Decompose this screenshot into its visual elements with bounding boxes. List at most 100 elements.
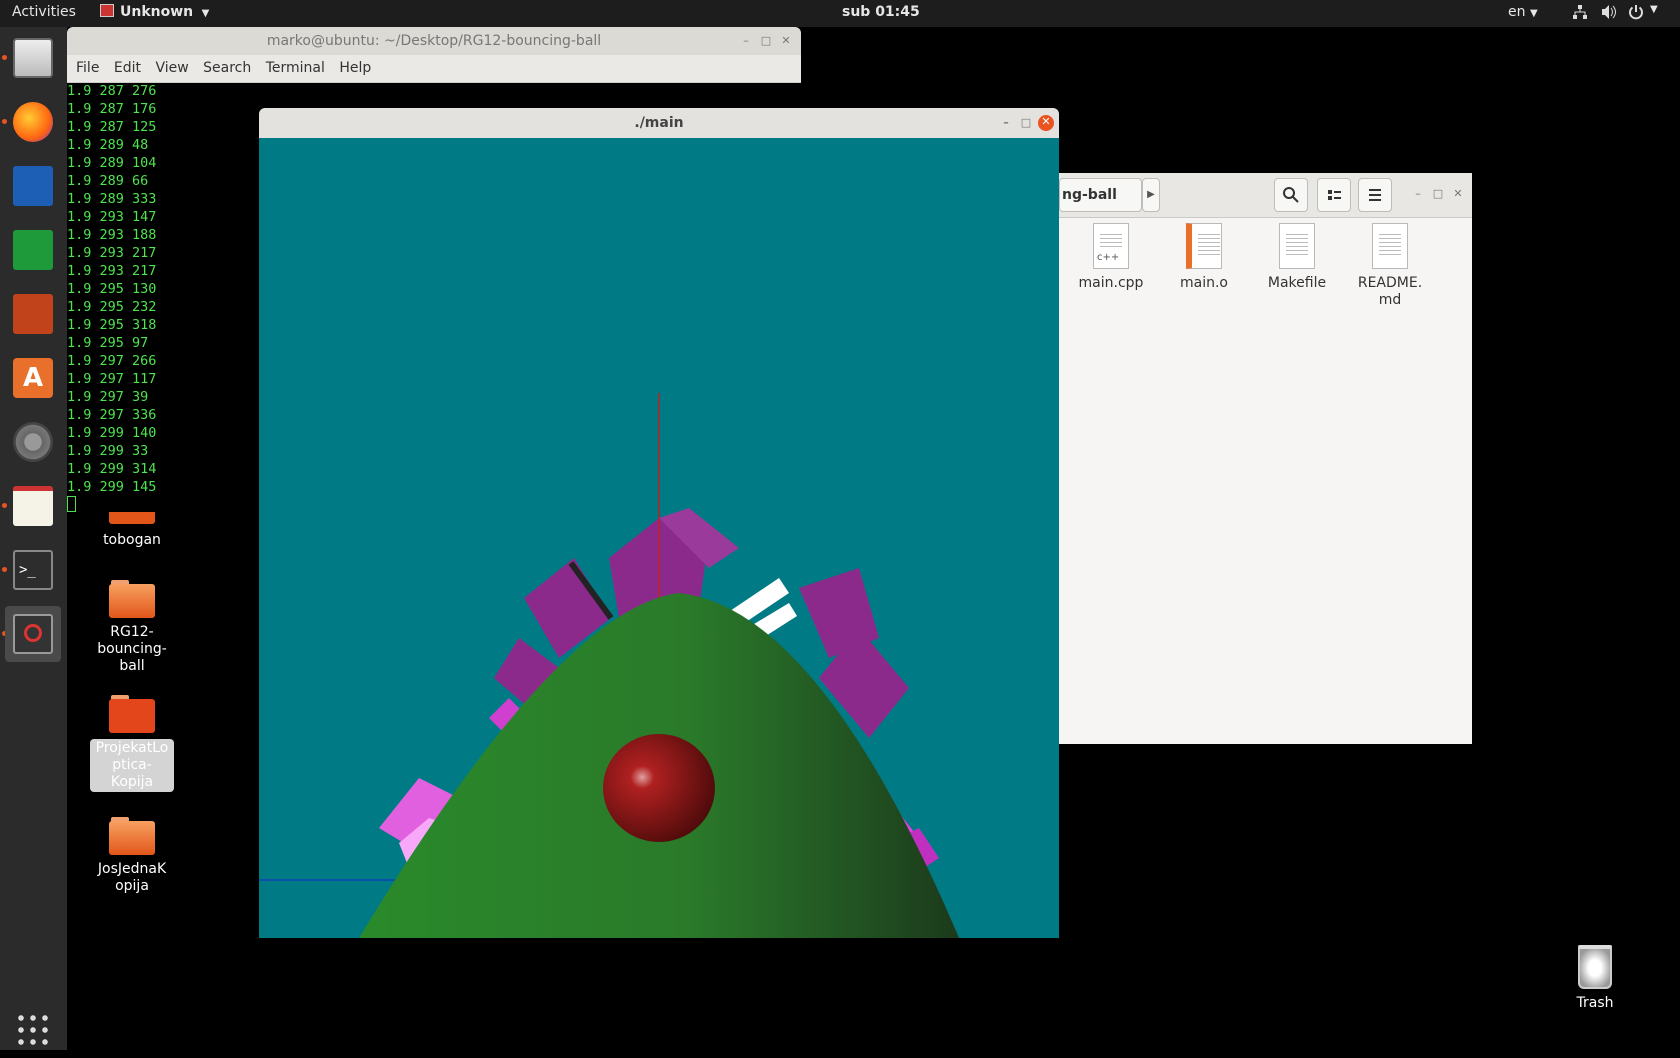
path-label: ng-ball bbox=[1062, 187, 1117, 203]
dock-text-editor[interactable] bbox=[5, 478, 61, 534]
language-menu[interactable]: en ▼ bbox=[1508, 4, 1538, 20]
main-titlebar[interactable]: ./main – □ ✕ bbox=[259, 108, 1059, 138]
grid-icon bbox=[13, 1010, 53, 1050]
calc-icon bbox=[13, 230, 53, 270]
terminal-title: marko@ubuntu: ~/Desktop/RG12-bouncing-ba… bbox=[266, 33, 602, 49]
file-label: main.o bbox=[1180, 275, 1228, 291]
file-badge: c++ bbox=[1097, 252, 1120, 263]
object-file-icon bbox=[1186, 223, 1222, 269]
file-readme[interactable]: README. md bbox=[1348, 223, 1432, 309]
maximize-icon[interactable]: □ bbox=[759, 34, 773, 48]
dock-software[interactable]: A bbox=[5, 350, 61, 406]
hamburger-icon bbox=[1369, 189, 1381, 201]
file-makefile[interactable]: Makefile bbox=[1255, 223, 1339, 292]
file-label: README. md bbox=[1357, 275, 1423, 308]
desktop-icon-josjedna[interactable]: JosJednaK opija bbox=[90, 817, 174, 895]
minimize-icon[interactable]: – bbox=[1411, 187, 1425, 201]
dock-firefox[interactable] bbox=[5, 94, 61, 150]
dock-settings[interactable] bbox=[5, 414, 61, 470]
terminal-titlebar[interactable]: marko@ubuntu: ~/Desktop/RG12-bouncing-ba… bbox=[67, 27, 801, 55]
dock-files[interactable] bbox=[5, 30, 61, 86]
minimize-icon[interactable]: – bbox=[739, 34, 753, 48]
dock-unknown-app[interactable] bbox=[5, 606, 61, 662]
text-file-icon bbox=[1279, 223, 1315, 269]
chevron-right-icon: ▶ bbox=[1147, 189, 1155, 200]
app-menu[interactable]: Unknown ▼ bbox=[100, 4, 209, 20]
search-icon bbox=[1283, 187, 1299, 203]
dock-calc[interactable] bbox=[5, 222, 61, 278]
desktop-icon-label: tobogan bbox=[103, 532, 161, 548]
chevron-down-icon: ▼ bbox=[201, 8, 210, 19]
top-bar: Activities Unknown ▼ sub 01:45 en ▼ ▼ bbox=[0, 0, 1680, 27]
dock-impress[interactable] bbox=[5, 286, 61, 342]
terminal-menubar: File Edit View Search Terminal Help bbox=[67, 55, 801, 83]
dock: A >_ bbox=[0, 27, 67, 1050]
desktop-icon-label: JosJednaK opija bbox=[97, 861, 167, 894]
minimize-icon[interactable]: – bbox=[999, 116, 1013, 130]
file-manager-header: ng-ball ▶ – □ ✕ bbox=[1059, 173, 1472, 218]
menu-edit[interactable]: Edit bbox=[114, 60, 141, 76]
file-label: main.cpp bbox=[1078, 275, 1144, 291]
terminal-cursor bbox=[67, 496, 76, 512]
folder-icon bbox=[109, 695, 155, 733]
scene-render bbox=[259, 393, 959, 938]
terminal-line: 1.9 287 276 bbox=[67, 83, 157, 99]
menu-view[interactable]: View bbox=[155, 60, 188, 76]
firefox-icon bbox=[13, 102, 53, 142]
app-icon bbox=[100, 4, 114, 17]
file-main-o[interactable]: main.o bbox=[1162, 223, 1246, 292]
maximize-icon[interactable]: □ bbox=[1019, 116, 1033, 130]
path-forward-button[interactable]: ▶ bbox=[1142, 178, 1160, 212]
close-icon[interactable]: ✕ bbox=[779, 34, 793, 48]
menu-search[interactable]: Search bbox=[203, 60, 251, 76]
file-main-cpp[interactable]: c++ main.cpp bbox=[1069, 223, 1153, 292]
menu-terminal[interactable]: Terminal bbox=[266, 60, 325, 76]
network-icon[interactable] bbox=[1572, 4, 1588, 24]
desktop-icon-label: RG12- bouncing- ball bbox=[97, 624, 167, 674]
desktop-icon-tobogan[interactable]: tobogan bbox=[90, 512, 174, 549]
chevron-down-icon: ▼ bbox=[1529, 8, 1538, 19]
text-editor-icon bbox=[13, 486, 53, 526]
desktop-icon-rg12[interactable]: RG12- bouncing- ball bbox=[90, 580, 174, 675]
menu-help[interactable]: Help bbox=[339, 60, 371, 76]
language-label: en bbox=[1508, 4, 1526, 20]
path-bar-button[interactable]: ng-ball bbox=[1059, 178, 1142, 212]
maximize-icon[interactable]: □ bbox=[1431, 187, 1445, 201]
trash-icon bbox=[1578, 945, 1612, 989]
dock-terminal[interactable]: >_ bbox=[5, 542, 61, 598]
close-icon[interactable]: ✕ bbox=[1451, 187, 1465, 201]
trash-label: Trash bbox=[1576, 995, 1614, 1011]
impress-icon bbox=[13, 294, 53, 334]
desktop-icon-trash[interactable]: Trash bbox=[1560, 945, 1630, 1011]
clock[interactable]: sub 01:45 bbox=[842, 4, 920, 20]
volume-icon[interactable] bbox=[1600, 4, 1618, 24]
view-toggle-button[interactable] bbox=[1317, 178, 1351, 212]
dock-writer[interactable] bbox=[5, 158, 61, 214]
menu-file[interactable]: File bbox=[76, 60, 99, 76]
writer-icon bbox=[13, 166, 53, 206]
main-window-title: ./main bbox=[634, 115, 684, 131]
files-icon bbox=[13, 38, 53, 78]
text-file-icon bbox=[1372, 223, 1408, 269]
desktop-icon-label: ProjekatLo ptica- Kopija bbox=[90, 739, 174, 792]
close-icon[interactable]: ✕ bbox=[1038, 115, 1054, 131]
settings-icon bbox=[13, 422, 53, 462]
desktop-icon-projekat[interactable]: ProjekatLo ptica- Kopija bbox=[90, 695, 174, 792]
opengl-viewport[interactable] bbox=[259, 138, 1059, 938]
search-button[interactable] bbox=[1274, 178, 1308, 212]
terminal-icon: >_ bbox=[13, 550, 53, 590]
activities-button[interactable]: Activities bbox=[12, 4, 76, 20]
menu-button[interactable] bbox=[1358, 178, 1392, 212]
power-icon[interactable] bbox=[1628, 4, 1644, 24]
folder-icon bbox=[109, 817, 155, 855]
main-app-window: ./main – □ ✕ bbox=[259, 108, 1059, 938]
unknown-app-icon bbox=[13, 614, 53, 654]
terminal-window: marko@ubuntu: ~/Desktop/RG12-bouncing-ba… bbox=[67, 27, 801, 83]
app-menu-label: Unknown bbox=[120, 4, 194, 20]
software-center-icon: A bbox=[13, 358, 53, 398]
ball bbox=[603, 734, 715, 842]
file-manager-window: ng-ball ▶ – □ ✕ c++ main.cpp main.o Make… bbox=[1059, 173, 1472, 744]
folder-icon bbox=[109, 580, 155, 618]
list-view-icon bbox=[1328, 190, 1341, 200]
chevron-down-icon[interactable]: ▼ bbox=[1650, 4, 1658, 15]
